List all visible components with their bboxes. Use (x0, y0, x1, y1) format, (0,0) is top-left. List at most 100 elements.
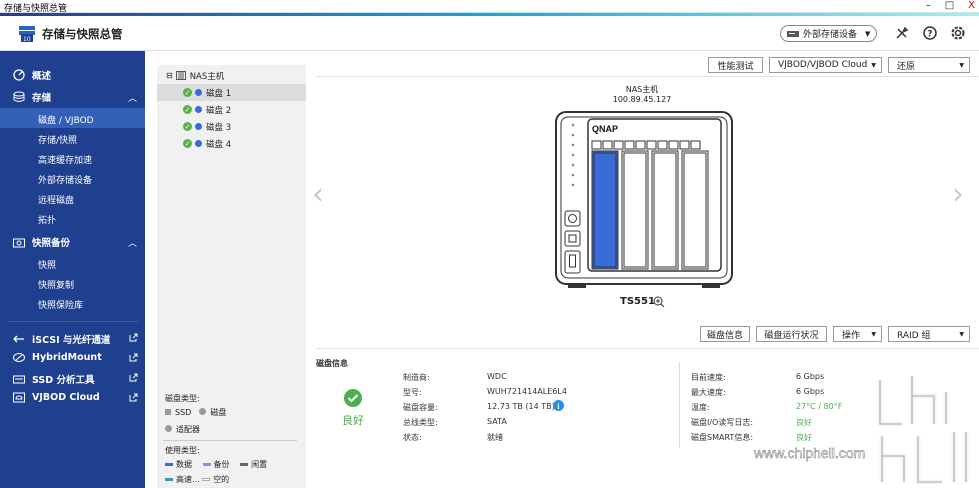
external-storage-label: 外部存储设备 (803, 30, 858, 40)
tree-disk-item[interactable]: ✓ 磁盘 1 (157, 84, 306, 101)
nas-brand: QNAP (592, 124, 618, 134)
disk-label: 磁盘 4 (206, 139, 232, 150)
legend-usage-row-2: 高速... 空的 (165, 474, 229, 485)
vjbod-dropdown[interactable]: VJBOD/VJBOD Cloud ▼ (769, 57, 882, 73)
disk-data-icon (195, 106, 202, 113)
raid-group-dropdown[interactable]: RAID 组 ▼ (888, 326, 970, 342)
dashboard-icon (13, 69, 25, 81)
legend-usage-title: 使用类型: (165, 446, 200, 455)
chevron-down-icon: ▼ (959, 61, 964, 69)
chevron-up-icon[interactable]: ︿ (128, 236, 137, 249)
sidebar-item-storage[interactable]: 存储 (13, 90, 51, 104)
legend-ssd: SSD 磁盘 (165, 407, 226, 418)
maximize-button[interactable]: □ (945, 0, 954, 11)
tree-root-label: NAS主机 (189, 71, 225, 82)
raid-label: RAID 组 (897, 330, 931, 341)
sidebar-link-ssd-tool[interactable]: SSD 分析工具 (13, 372, 94, 386)
sidebar-item-cache[interactable]: 高速缓存加速 (38, 153, 92, 166)
chevron-up-icon[interactable]: ︿ (128, 91, 137, 104)
sidebar-link-iscsi[interactable]: iSCSI 与光纤通道 (13, 332, 110, 346)
help-icon[interactable]: ? (921, 24, 939, 42)
performance-test-button[interactable]: 性能测试 (708, 57, 763, 73)
disk-health-button[interactable]: 磁盘运行状况 (756, 326, 827, 342)
disk-data-icon (195, 123, 202, 130)
hybridmount-icon (13, 353, 25, 362)
disk-info-title: 磁盘信息 (316, 359, 348, 368)
tree-root-nas[interactable]: ⊟ NAS主机 (157, 67, 306, 84)
tree-disk-item[interactable]: ✓ 磁盘 4 (157, 135, 306, 152)
sidebar-item-snapshot-replica[interactable]: 快照复制 (38, 278, 74, 291)
chevron-down-icon: ▼ (871, 330, 876, 338)
ok-check-icon: ✓ (183, 139, 192, 148)
sidebar-item-topology[interactable]: 拓扑 (38, 213, 56, 226)
sidebar-item-label: 概述 (32, 71, 52, 82)
sidebar-item-overview[interactable]: 概述 (13, 68, 51, 82)
info-divider (316, 348, 979, 349)
external-storage-button[interactable]: 外部存储设备 ▼ (780, 25, 877, 42)
nas-ip: 100.89.45.127 (612, 95, 672, 104)
window-titlebar: 存储与快照总管 – □ X (0, 0, 979, 14)
sidebar-item-snapshot[interactable]: 快照 (38, 258, 56, 271)
external-link-icon[interactable] (129, 333, 138, 342)
capacity-label: 磁盘容量: (403, 403, 438, 412)
chevron-down-icon: ▼ (959, 330, 964, 338)
info-icon[interactable]: i (553, 400, 564, 411)
bus-type-value: SATA (487, 417, 507, 426)
sidebar-item-label: SSD 分析工具 (32, 375, 95, 386)
bus-type-label: 总线类型: (403, 418, 438, 427)
collapse-icon[interactable]: ⊟ (166, 71, 173, 80)
sidebar-item-snapshot-vault[interactable]: 快照保险库 (38, 298, 83, 311)
external-link-icon[interactable] (129, 353, 138, 362)
ok-check-icon: ✓ (183, 105, 192, 114)
sidebar-link-hybridmount[interactable]: HybridMount (13, 352, 102, 363)
external-link-icon[interactable] (129, 393, 138, 402)
chevron-down-icon: ▼ (871, 61, 876, 69)
sidebar-item-label: VJBOD Cloud (32, 392, 100, 403)
close-button[interactable]: X (968, 0, 975, 11)
disk-info-button[interactable]: 磁盘信息 (700, 326, 750, 342)
app-header: 10 存储与快照总管 外部存储设备 ▼ ? (0, 16, 979, 51)
health-ok-icon (344, 389, 362, 407)
iscsi-icon (13, 335, 24, 342)
capacity-value: 12.73 TB (14 TB) (487, 402, 555, 411)
sidebar: 概述 存储 ︿ 磁盘 / VJBOD 存储/快照 高速缓存加速 外部存储设备 远… (0, 51, 145, 488)
legend-disk-type-title: 磁盘类型: (165, 394, 200, 403)
state-label: 状态: (403, 433, 422, 442)
ok-check-icon: ✓ (183, 122, 192, 131)
zoom-in-icon[interactable] (653, 296, 665, 308)
sidebar-item-snapshot-backup[interactable]: 快照备份 (13, 235, 70, 249)
cloud-icon (13, 392, 25, 403)
minimize-button[interactable]: – (926, 0, 931, 11)
svg-text:?: ? (927, 30, 932, 40)
sidebar-item-remote-disk[interactable]: 远程磁盘 (38, 193, 74, 206)
camera-icon (13, 238, 25, 247)
app-logo-icon: 10 (19, 26, 35, 43)
ok-check-icon: ✓ (183, 88, 192, 97)
tools-icon[interactable] (893, 24, 911, 42)
vjbod-label: VJBOD/VJBOD Cloud (778, 60, 868, 70)
app-title: 存储与快照总管 (42, 27, 123, 41)
gear-icon[interactable] (949, 24, 967, 42)
temperature-label: 温度: (691, 403, 710, 412)
chiphell-watermark-logo: www.chiphell.com (753, 376, 969, 485)
ssd-icon (13, 375, 25, 383)
restore-dropdown[interactable]: 还原 ▼ (888, 57, 970, 73)
sidebar-item-disks-vjbod[interactable]: 磁盘 / VJBOD (38, 113, 94, 126)
current-speed-label: 目前速度: (691, 373, 726, 382)
toolbar-divider (316, 76, 979, 77)
sidebar-item-storage-snapshot[interactable]: 存储/快照 (38, 133, 77, 146)
next-arrow-icon[interactable]: › (952, 177, 964, 212)
info-column-divider (679, 362, 680, 448)
tree-disk-item[interactable]: ✓ 磁盘 3 (157, 118, 306, 135)
sidebar-link-vjbod-cloud[interactable]: VJBOD Cloud (13, 392, 100, 403)
external-link-icon[interactable] (129, 373, 138, 382)
sidebar-item-label: 快照备份 (32, 238, 71, 249)
disk-label: 磁盘 3 (206, 122, 232, 133)
sidebar-item-external[interactable]: 外部存储设备 (38, 173, 92, 186)
operation-dropdown[interactable]: 操作 ▼ (833, 326, 882, 342)
manufacturer-value: WDC (487, 372, 507, 381)
operation-label: 操作 (842, 330, 861, 341)
prev-arrow-icon[interactable]: ‹ (312, 177, 324, 212)
tree-disk-item[interactable]: ✓ 磁盘 2 (157, 101, 306, 118)
database-icon (13, 91, 25, 102)
